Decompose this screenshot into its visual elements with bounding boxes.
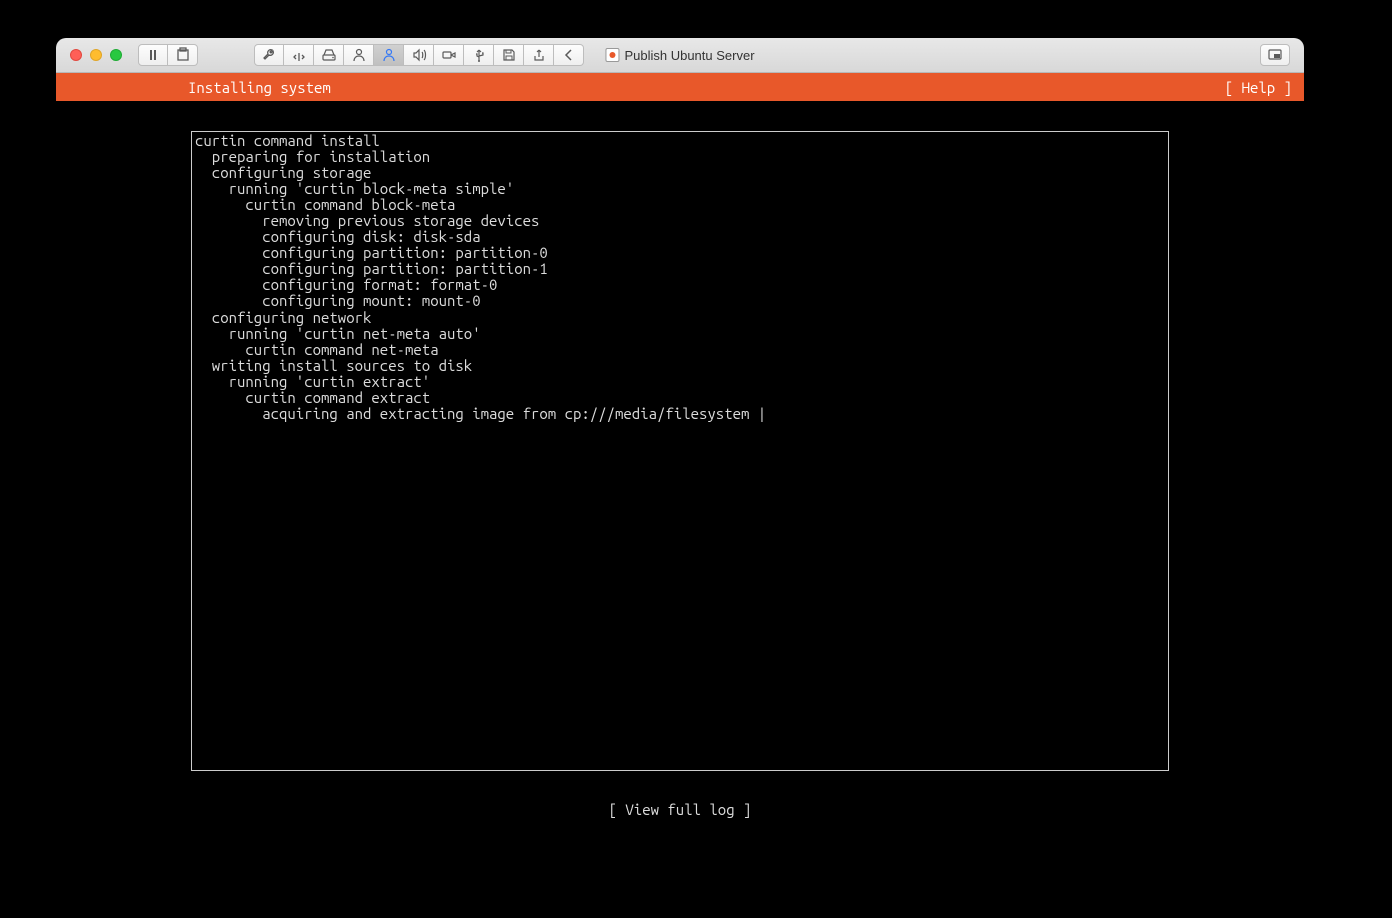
- help-button[interactable]: [ Help ]: [1225, 79, 1292, 96]
- minimize-button[interactable]: [90, 49, 102, 61]
- usb-icon: [471, 47, 487, 63]
- chevron-left-icon: [561, 47, 577, 63]
- installer-title: Installing system: [188, 79, 331, 96]
- install-log: curtin command install preparing for ins…: [191, 131, 1169, 771]
- usb-button[interactable]: [464, 44, 494, 66]
- expand-button[interactable]: [284, 44, 314, 66]
- toolbar-right: [1260, 44, 1290, 66]
- settings-button[interactable]: [254, 44, 284, 66]
- traffic-lights: [56, 49, 122, 61]
- sound-icon: [411, 47, 427, 63]
- vm-icon: [605, 48, 619, 62]
- zoom-button[interactable]: [110, 49, 122, 61]
- sound-button[interactable]: [404, 44, 434, 66]
- user-icon: [351, 47, 367, 63]
- expand-icon: [291, 47, 307, 63]
- hdd-button[interactable]: [314, 44, 344, 66]
- window-title: Publish Ubuntu Server: [605, 48, 754, 63]
- hdd-icon: [321, 47, 337, 63]
- back-button[interactable]: [554, 44, 584, 66]
- toolbar-group-main: [254, 44, 584, 66]
- pause-icon: [145, 47, 161, 63]
- installer-header: Installing system [ Help ]: [56, 73, 1304, 101]
- snapshot-button[interactable]: [168, 44, 198, 66]
- pip-button[interactable]: [1260, 44, 1290, 66]
- titlebar: Publish Ubuntu Server: [56, 38, 1304, 73]
- vm-window: Publish Ubuntu Server Installing system …: [56, 38, 1304, 822]
- floppy-button[interactable]: [494, 44, 524, 66]
- user-button[interactable]: [344, 44, 374, 66]
- camera-button[interactable]: [434, 44, 464, 66]
- view-full-log-button[interactable]: [ View full log ]: [56, 801, 1304, 818]
- pip-icon: [1267, 47, 1283, 63]
- installer-screen: Installing system [ Help ] curtin comman…: [56, 73, 1304, 822]
- share-button[interactable]: [524, 44, 554, 66]
- user-active-button[interactable]: [374, 44, 404, 66]
- user-active-icon: [381, 47, 397, 63]
- window-title-text: Publish Ubuntu Server: [624, 48, 754, 63]
- toolbar-group-pause: [138, 44, 198, 66]
- snapshot-icon: [175, 47, 191, 63]
- camera-icon: [441, 47, 457, 63]
- wrench-icon: [261, 47, 277, 63]
- share-icon: [531, 47, 547, 63]
- pause-button[interactable]: [138, 44, 168, 66]
- close-button[interactable]: [70, 49, 82, 61]
- floppy-icon: [501, 47, 517, 63]
